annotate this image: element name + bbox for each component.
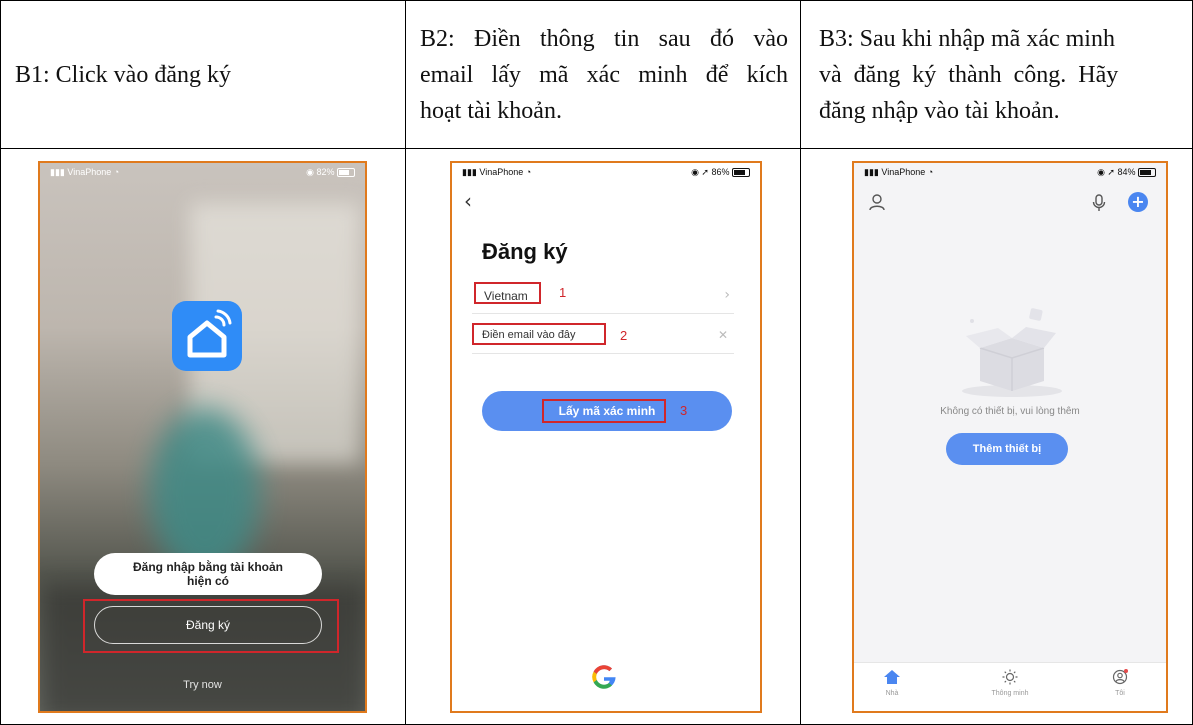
status-battery: ◉ 82%	[306, 167, 355, 178]
code-button-highlight-box	[542, 399, 666, 423]
header-step-1-text: B1: Click vào đăng ký	[15, 62, 231, 88]
header-step-3-line-3: đăng nhập vào tài khoản.	[819, 98, 1060, 124]
phone-screen-register: ▮▮▮ VinaPhone ◔ ◉ ➚ 86% ‹ Đăng ký Vietna…	[450, 161, 762, 713]
bottom-navigation: Nhà Thông minh Tôi	[854, 662, 1166, 711]
header-step-2-line-1: B2: Điền thông tin sau đó vào	[420, 26, 788, 52]
chevron-right-icon: ›	[724, 287, 730, 303]
marker-1: 1	[559, 285, 567, 300]
nav-home-label: Nhà	[885, 690, 899, 697]
app-logo-icon	[172, 301, 242, 371]
header-step-3: B3: Sau khi nhập mã xác minh và đăng ký …	[800, 0, 1193, 149]
clear-icon[interactable]: ✕	[718, 328, 728, 342]
google-login-icon[interactable]	[590, 663, 618, 691]
status-bar: ▮▮▮ VinaPhone ◔ ◉ 82%	[40, 167, 365, 181]
nav-item-smart[interactable]: Thông minh	[980, 669, 1040, 697]
marker-2: 2	[620, 328, 628, 343]
register-highlight-box	[83, 599, 339, 653]
try-now-label: Try now	[183, 679, 222, 691]
carrier-name: VinaPhone	[479, 167, 524, 177]
header-step-1: B1: Click vào đăng ký	[0, 0, 406, 149]
nav-item-me[interactable]: Tôi	[1100, 669, 1140, 697]
phone-screen-login: ▮▮▮ VinaPhone ◔ ◉ 82% Đăng nhập bằng tài…	[38, 161, 367, 713]
sun-icon	[1002, 669, 1018, 685]
house-wifi-icon	[187, 309, 232, 358]
back-chevron-icon[interactable]: ‹	[464, 189, 472, 213]
country-highlight-box	[474, 282, 541, 304]
add-device-label: Thêm thiết bị	[972, 443, 1042, 455]
status-battery: ◉ ➚ 86%	[691, 167, 750, 178]
status-battery: ◉ ➚ 84%	[1097, 167, 1156, 178]
carrier-name: VinaPhone	[67, 167, 112, 177]
microphone-icon[interactable]	[1092, 194, 1106, 217]
carrier-name: VinaPhone	[881, 167, 926, 177]
marker-3: 3	[680, 403, 688, 418]
google-icon	[592, 665, 616, 689]
status-carrier: ▮▮▮ VinaPhone ◔	[50, 167, 120, 177]
nav-me-label: Tôi	[1115, 690, 1125, 697]
status-carrier: ▮▮▮ VinaPhone ◔	[864, 167, 934, 177]
status-bar: ▮▮▮ VinaPhone ◔ ◉ ➚ 84%	[854, 167, 1166, 181]
home-icon	[884, 670, 900, 684]
add-device-button[interactable]: Thêm thiết bị	[946, 433, 1068, 465]
phone-screen-home: ▮▮▮ VinaPhone ◔ ◉ ➚ 84% + Không có thiết…	[852, 161, 1168, 713]
header-step-2: B2: Điền thông tin sau đó vào email lấy …	[405, 0, 801, 149]
nav-smart-label: Thông minh	[991, 690, 1029, 697]
header-step-3-line-2: và đăng ký thành công. Hãy	[819, 62, 1119, 88]
try-now-link[interactable]: Try now	[40, 679, 365, 691]
header-step-3-line-1: B3: Sau khi nhập mã xác minh	[819, 26, 1115, 52]
register-title: Đăng ký	[482, 239, 568, 264]
status-bar: ▮▮▮ VinaPhone ◔ ◉ ➚ 86%	[452, 167, 760, 181]
status-carrier: ▮▮▮ VinaPhone ◔	[462, 167, 532, 177]
battery-level: 86%	[711, 167, 730, 177]
empty-box-illustration-icon	[952, 303, 1072, 403]
empty-state-message: Không có thiết bị, vui lòng thêm	[940, 406, 1080, 417]
add-plus-icon[interactable]: +	[1128, 192, 1148, 212]
header-step-2-line-3: hoạt tài khoản.	[420, 98, 562, 124]
me-profile-icon	[1112, 669, 1128, 685]
email-highlight-box	[472, 323, 606, 345]
login-button-label: Đăng nhập bằng tài khoản hiện có	[132, 560, 283, 588]
user-profile-icon[interactable]	[868, 193, 886, 216]
login-existing-account-button[interactable]: Đăng nhập bằng tài khoản hiện có	[94, 553, 322, 595]
battery-level: 82%	[316, 167, 335, 177]
header-step-2-line-2: email lấy mã xác minh để kích	[420, 62, 788, 88]
nav-item-home[interactable]: Nhà	[872, 669, 912, 697]
battery-level: 84%	[1117, 167, 1136, 177]
